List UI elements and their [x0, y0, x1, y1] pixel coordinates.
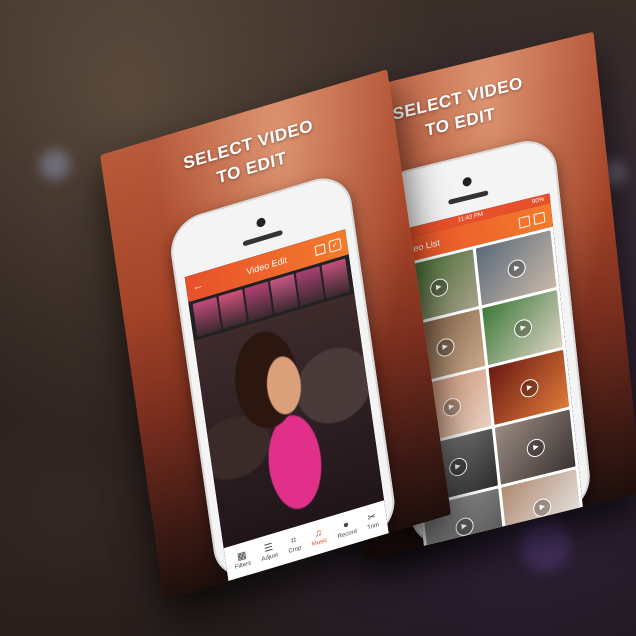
- check-icon[interactable]: [533, 211, 546, 226]
- bokeh-light: [40, 150, 70, 180]
- play-icon[interactable]: ▶: [448, 456, 468, 479]
- timeline-frame: [192, 296, 222, 337]
- front-camera: [461, 176, 472, 188]
- play-icon[interactable]: ▶: [526, 436, 546, 459]
- bokeh-light: [520, 520, 570, 570]
- play-icon[interactable]: ▶: [507, 257, 527, 280]
- play-icon[interactable]: ▶: [441, 396, 462, 419]
- tool-record[interactable]: ● Record: [336, 517, 358, 541]
- tool-adjust[interactable]: ☰ Adjust: [260, 541, 278, 563]
- tool-label: Record: [337, 528, 358, 541]
- play-icon[interactable]: ▶: [428, 276, 449, 299]
- tool-label: Music: [311, 537, 328, 548]
- tool-label: Crop: [288, 545, 302, 555]
- promo-card-video-edit: SELECT VIDEO TO EDIT ← Video Edit ✓ ▦ Fi…: [100, 69, 452, 601]
- video-edit-screen: ← Video Edit ✓ ▦ Filters ☰ Adjust ⌗ Crop…: [184, 229, 389, 582]
- earpiece-speaker: [448, 190, 489, 205]
- tool-music[interactable]: ♫ Music: [310, 526, 328, 548]
- crop-icon[interactable]: [314, 243, 326, 257]
- timeline-frame: [244, 281, 273, 322]
- timeline-frame: [295, 266, 325, 307]
- play-icon[interactable]: ▶: [513, 317, 534, 340]
- earpiece-speaker: [242, 229, 283, 247]
- front-camera: [255, 216, 266, 229]
- timeline-frame: [218, 289, 247, 330]
- tool-crop[interactable]: ⌗ Crop: [286, 534, 302, 555]
- play-icon[interactable]: ▶: [519, 377, 540, 400]
- back-arrow-icon[interactable]: ←: [191, 272, 206, 300]
- tool-trim[interactable]: ✂ Trim: [365, 510, 380, 531]
- timeline-frame: [321, 258, 350, 299]
- folder-icon[interactable]: [518, 215, 531, 229]
- tool-filters[interactable]: ▦ Filters: [233, 549, 252, 571]
- check-icon[interactable]: ✓: [328, 237, 342, 253]
- play-icon[interactable]: ▶: [435, 336, 456, 359]
- timeline-frame: [269, 273, 299, 314]
